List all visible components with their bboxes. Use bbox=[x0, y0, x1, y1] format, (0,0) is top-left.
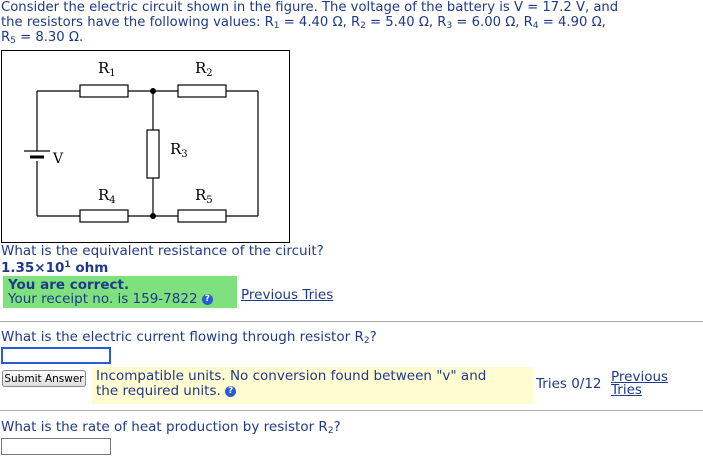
question-2-text: What is the electric current flowing thr… bbox=[1, 329, 364, 345]
circuit-diagram: R1 R2 R3 R4 R5 V bbox=[24, 59, 259, 223]
label-r4: R4 bbox=[98, 186, 116, 206]
r1-value: = 4.40 Ω, R bbox=[279, 15, 361, 30]
answer-input-2[interactable] bbox=[1, 347, 111, 364]
correct-title: You are correct. bbox=[8, 277, 130, 293]
r3-value: = 6.00 Ω, R bbox=[452, 15, 533, 30]
correct-banner: You are correct. Your receipt no. is 159… bbox=[3, 276, 237, 308]
previous-tries-line-2: Tries bbox=[611, 382, 642, 398]
r5-prefix: R bbox=[1, 30, 11, 45]
label-r1: R1 bbox=[98, 59, 116, 79]
label-r2: R2 bbox=[195, 59, 213, 79]
resistor-r3 bbox=[146, 129, 160, 179]
divider-2 bbox=[0, 410, 703, 411]
intro-line-1: Consider the electric circuit shown in t… bbox=[1, 0, 619, 15]
tries-count: Tries 0/12 bbox=[536, 376, 602, 392]
answer-input-3[interactable] bbox=[1, 438, 111, 455]
question-3-text: What is the rate of heat production by r… bbox=[1, 419, 328, 435]
answer-unit: ohm bbox=[70, 260, 109, 276]
label-battery: V bbox=[52, 151, 64, 167]
answer-1: 1.35×101 ohm bbox=[1, 260, 108, 276]
previous-tries-link-2[interactable]: Previous Tries bbox=[611, 370, 668, 398]
question-2: What is the electric current flowing thr… bbox=[1, 329, 377, 346]
intro-text: the resistors have the following values:… bbox=[1, 15, 274, 30]
divider-1 bbox=[0, 321, 703, 322]
receipt-line: Your receipt no. is 159-7822 ? bbox=[8, 292, 237, 306]
resistor-r5 bbox=[177, 209, 227, 223]
intro-line-3: R5 = 8.30 Ω. bbox=[1, 30, 701, 46]
r5-value: = 8.30 Ω. bbox=[15, 30, 84, 45]
question-2-suffix: ? bbox=[369, 329, 377, 345]
error-message: Incompatible units. No conversion found … bbox=[92, 367, 533, 404]
question-3: What is the rate of heat production by r… bbox=[1, 419, 341, 436]
error-line-1: Incompatible units. No conversion found … bbox=[96, 368, 487, 384]
question-3-suffix: ? bbox=[333, 419, 341, 435]
resistor-r4 bbox=[79, 209, 129, 223]
problem-statement: Consider the electric circuit shown in t… bbox=[1, 0, 701, 46]
previous-tries-link-1[interactable]: Previous Tries bbox=[241, 287, 333, 303]
resistor-r2 bbox=[177, 84, 227, 98]
intro-line-2: the resistors have the following values:… bbox=[1, 15, 701, 31]
receipt-text: Your receipt no. is 159-7822 bbox=[8, 291, 198, 307]
r2-value: = 5.40 Ω, R bbox=[365, 15, 447, 30]
circuit-figure: R1 R2 R3 R4 R5 V bbox=[1, 50, 290, 243]
answer-mantissa: 1.35×10 bbox=[1, 260, 65, 276]
info-icon[interactable]: ? bbox=[201, 293, 213, 305]
resistor-r1 bbox=[79, 84, 129, 98]
junction-bottom bbox=[150, 213, 156, 219]
label-r3: R3 bbox=[170, 140, 188, 160]
error-line-2: the required units. ? bbox=[96, 384, 533, 399]
label-r5: R5 bbox=[195, 186, 213, 206]
submit-answer-button[interactable]: Submit Answer bbox=[2, 370, 86, 387]
error-line-2-text: the required units. bbox=[96, 383, 221, 399]
junction-top bbox=[150, 88, 156, 94]
r4-value: = 4.90 Ω, bbox=[538, 15, 606, 30]
info-icon[interactable]: ? bbox=[225, 385, 237, 397]
question-1: What is the equivalent resistance of the… bbox=[1, 243, 324, 259]
